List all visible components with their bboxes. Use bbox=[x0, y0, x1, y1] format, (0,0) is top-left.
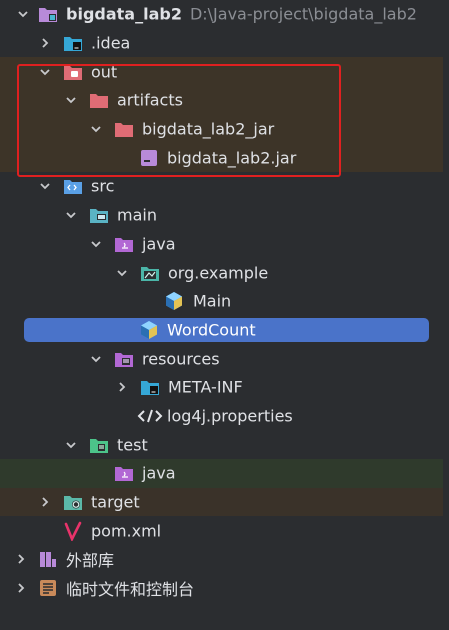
tree-label-meta-inf: META-INF bbox=[168, 377, 243, 397]
resources-folder-icon bbox=[114, 349, 134, 369]
tree-item-out[interactable]: out bbox=[0, 57, 449, 87]
package-icon bbox=[140, 263, 160, 283]
tree-item-test-java[interactable]: java bbox=[0, 459, 449, 488]
tree-label-src: src bbox=[91, 176, 115, 196]
tree-item-jar-file[interactable]: bigdata_lab2.jar bbox=[0, 143, 449, 173]
target-folder-icon bbox=[63, 492, 83, 512]
chevron-down-icon[interactable] bbox=[62, 91, 80, 109]
tree-label-external-libraries: 外部库 bbox=[66, 551, 115, 571]
chevron-right-icon[interactable] bbox=[113, 378, 131, 396]
chevron-right-icon[interactable] bbox=[12, 550, 30, 568]
tree-item-target[interactable]: target bbox=[0, 487, 449, 517]
idea-folder-icon bbox=[140, 377, 160, 397]
chevron-down-icon[interactable] bbox=[87, 235, 105, 253]
chevron-down-icon[interactable] bbox=[36, 177, 54, 195]
java-source-folder-icon bbox=[114, 463, 134, 483]
tree-item-external-libraries[interactable]: 外部库 bbox=[0, 545, 449, 574]
tree-item-log4j[interactable]: log4j.properties bbox=[0, 402, 449, 431]
module-folder-icon bbox=[89, 205, 109, 225]
tree-label-class-wordcount: WordCount bbox=[167, 320, 256, 340]
tree-label-pom: pom.xml bbox=[91, 521, 162, 541]
tree-item-main-java[interactable]: java bbox=[0, 230, 449, 259]
tree-label-scratches: 临时文件和控制台 bbox=[66, 580, 195, 600]
excluded-folder-icon bbox=[63, 62, 83, 82]
maven-icon bbox=[63, 521, 83, 542]
tree-label-jar-file: bigdata_lab2.jar bbox=[167, 148, 297, 168]
chevron-down-icon[interactable] bbox=[87, 120, 105, 138]
tree-item-main[interactable]: main bbox=[0, 201, 449, 230]
project-path: D:\Java-project\bigdata_lab2 bbox=[189, 4, 417, 24]
tree-item-test[interactable]: test bbox=[0, 430, 449, 459]
tree-item-idea[interactable]: .idea bbox=[0, 29, 449, 58]
chevron-down-icon[interactable] bbox=[113, 264, 131, 282]
project-tree: bigdata_lab2 D:\Java-project\bigdata_lab2… bbox=[0, 0, 449, 602]
tree-label-package: org.example bbox=[168, 263, 269, 283]
tree-label-resources: resources bbox=[142, 349, 220, 369]
scroll-edge bbox=[443, 0, 449, 630]
project-folder-icon bbox=[38, 4, 58, 24]
tree-label-out: out bbox=[91, 62, 118, 82]
project-name: bigdata_lab2 D:\Java-project\bigdata_lab2 bbox=[66, 4, 417, 24]
tree-label-idea: .idea bbox=[91, 33, 131, 53]
chevron-right-icon[interactable] bbox=[12, 579, 30, 597]
excluded-folder-icon bbox=[89, 90, 109, 110]
tree-item-artifacts[interactable]: artifacts bbox=[0, 86, 449, 115]
source-folder-icon bbox=[63, 176, 83, 196]
tree-item-class-main[interactable]: Main bbox=[0, 287, 449, 316]
tree-item-artifact-dir[interactable]: bigdata_lab2_jar bbox=[0, 114, 449, 144]
scratches-icon bbox=[38, 578, 58, 598]
tree-item-meta-inf[interactable]: META-INF bbox=[0, 373, 449, 402]
tree-item-resources[interactable]: resources bbox=[0, 344, 449, 373]
chevron-down-icon[interactable] bbox=[36, 63, 54, 81]
tree-label-test: test bbox=[117, 435, 148, 455]
tree-item-project-root[interactable]: bigdata_lab2 D:\Java-project\bigdata_lab2 bbox=[0, 0, 449, 29]
chevron-down-icon[interactable] bbox=[14, 5, 32, 23]
idea-folder-icon bbox=[63, 33, 83, 53]
tree-item-pom[interactable]: pom.xml bbox=[0, 516, 449, 545]
tree-label-artifacts: artifacts bbox=[117, 90, 183, 110]
code-brackets-icon bbox=[137, 406, 163, 426]
tree-item-package[interactable]: org.example bbox=[0, 258, 449, 287]
tree-label-log4j: log4j.properties bbox=[167, 406, 293, 426]
tree-item-src[interactable]: src bbox=[0, 172, 449, 201]
tree-label-artifact-dir: bigdata_lab2_jar bbox=[142, 119, 275, 139]
tree-item-scratches[interactable]: 临时文件和控制台 bbox=[0, 574, 449, 603]
java-class-icon bbox=[164, 291, 184, 311]
tree-item-class-wordcount[interactable]: WordCount bbox=[0, 316, 449, 345]
excluded-folder-icon bbox=[114, 119, 134, 139]
tree-label-main: main bbox=[117, 205, 157, 225]
tree-label-class-main: Main bbox=[193, 291, 232, 311]
chevron-right-icon[interactable] bbox=[36, 493, 54, 511]
tree-label-target: target bbox=[91, 492, 140, 512]
library-icon bbox=[38, 549, 58, 569]
java-class-icon bbox=[139, 320, 159, 340]
jar-file-icon bbox=[139, 148, 159, 168]
test-folder-icon bbox=[89, 435, 109, 455]
tree-label-main-java: java bbox=[142, 234, 176, 254]
chevron-down-icon[interactable] bbox=[87, 350, 105, 368]
chevron-right-icon[interactable] bbox=[36, 34, 54, 52]
chevron-down-icon[interactable] bbox=[62, 206, 80, 224]
tree-label-test-java: java bbox=[142, 463, 176, 483]
java-source-folder-icon bbox=[114, 234, 134, 254]
chevron-down-icon[interactable] bbox=[62, 436, 80, 454]
